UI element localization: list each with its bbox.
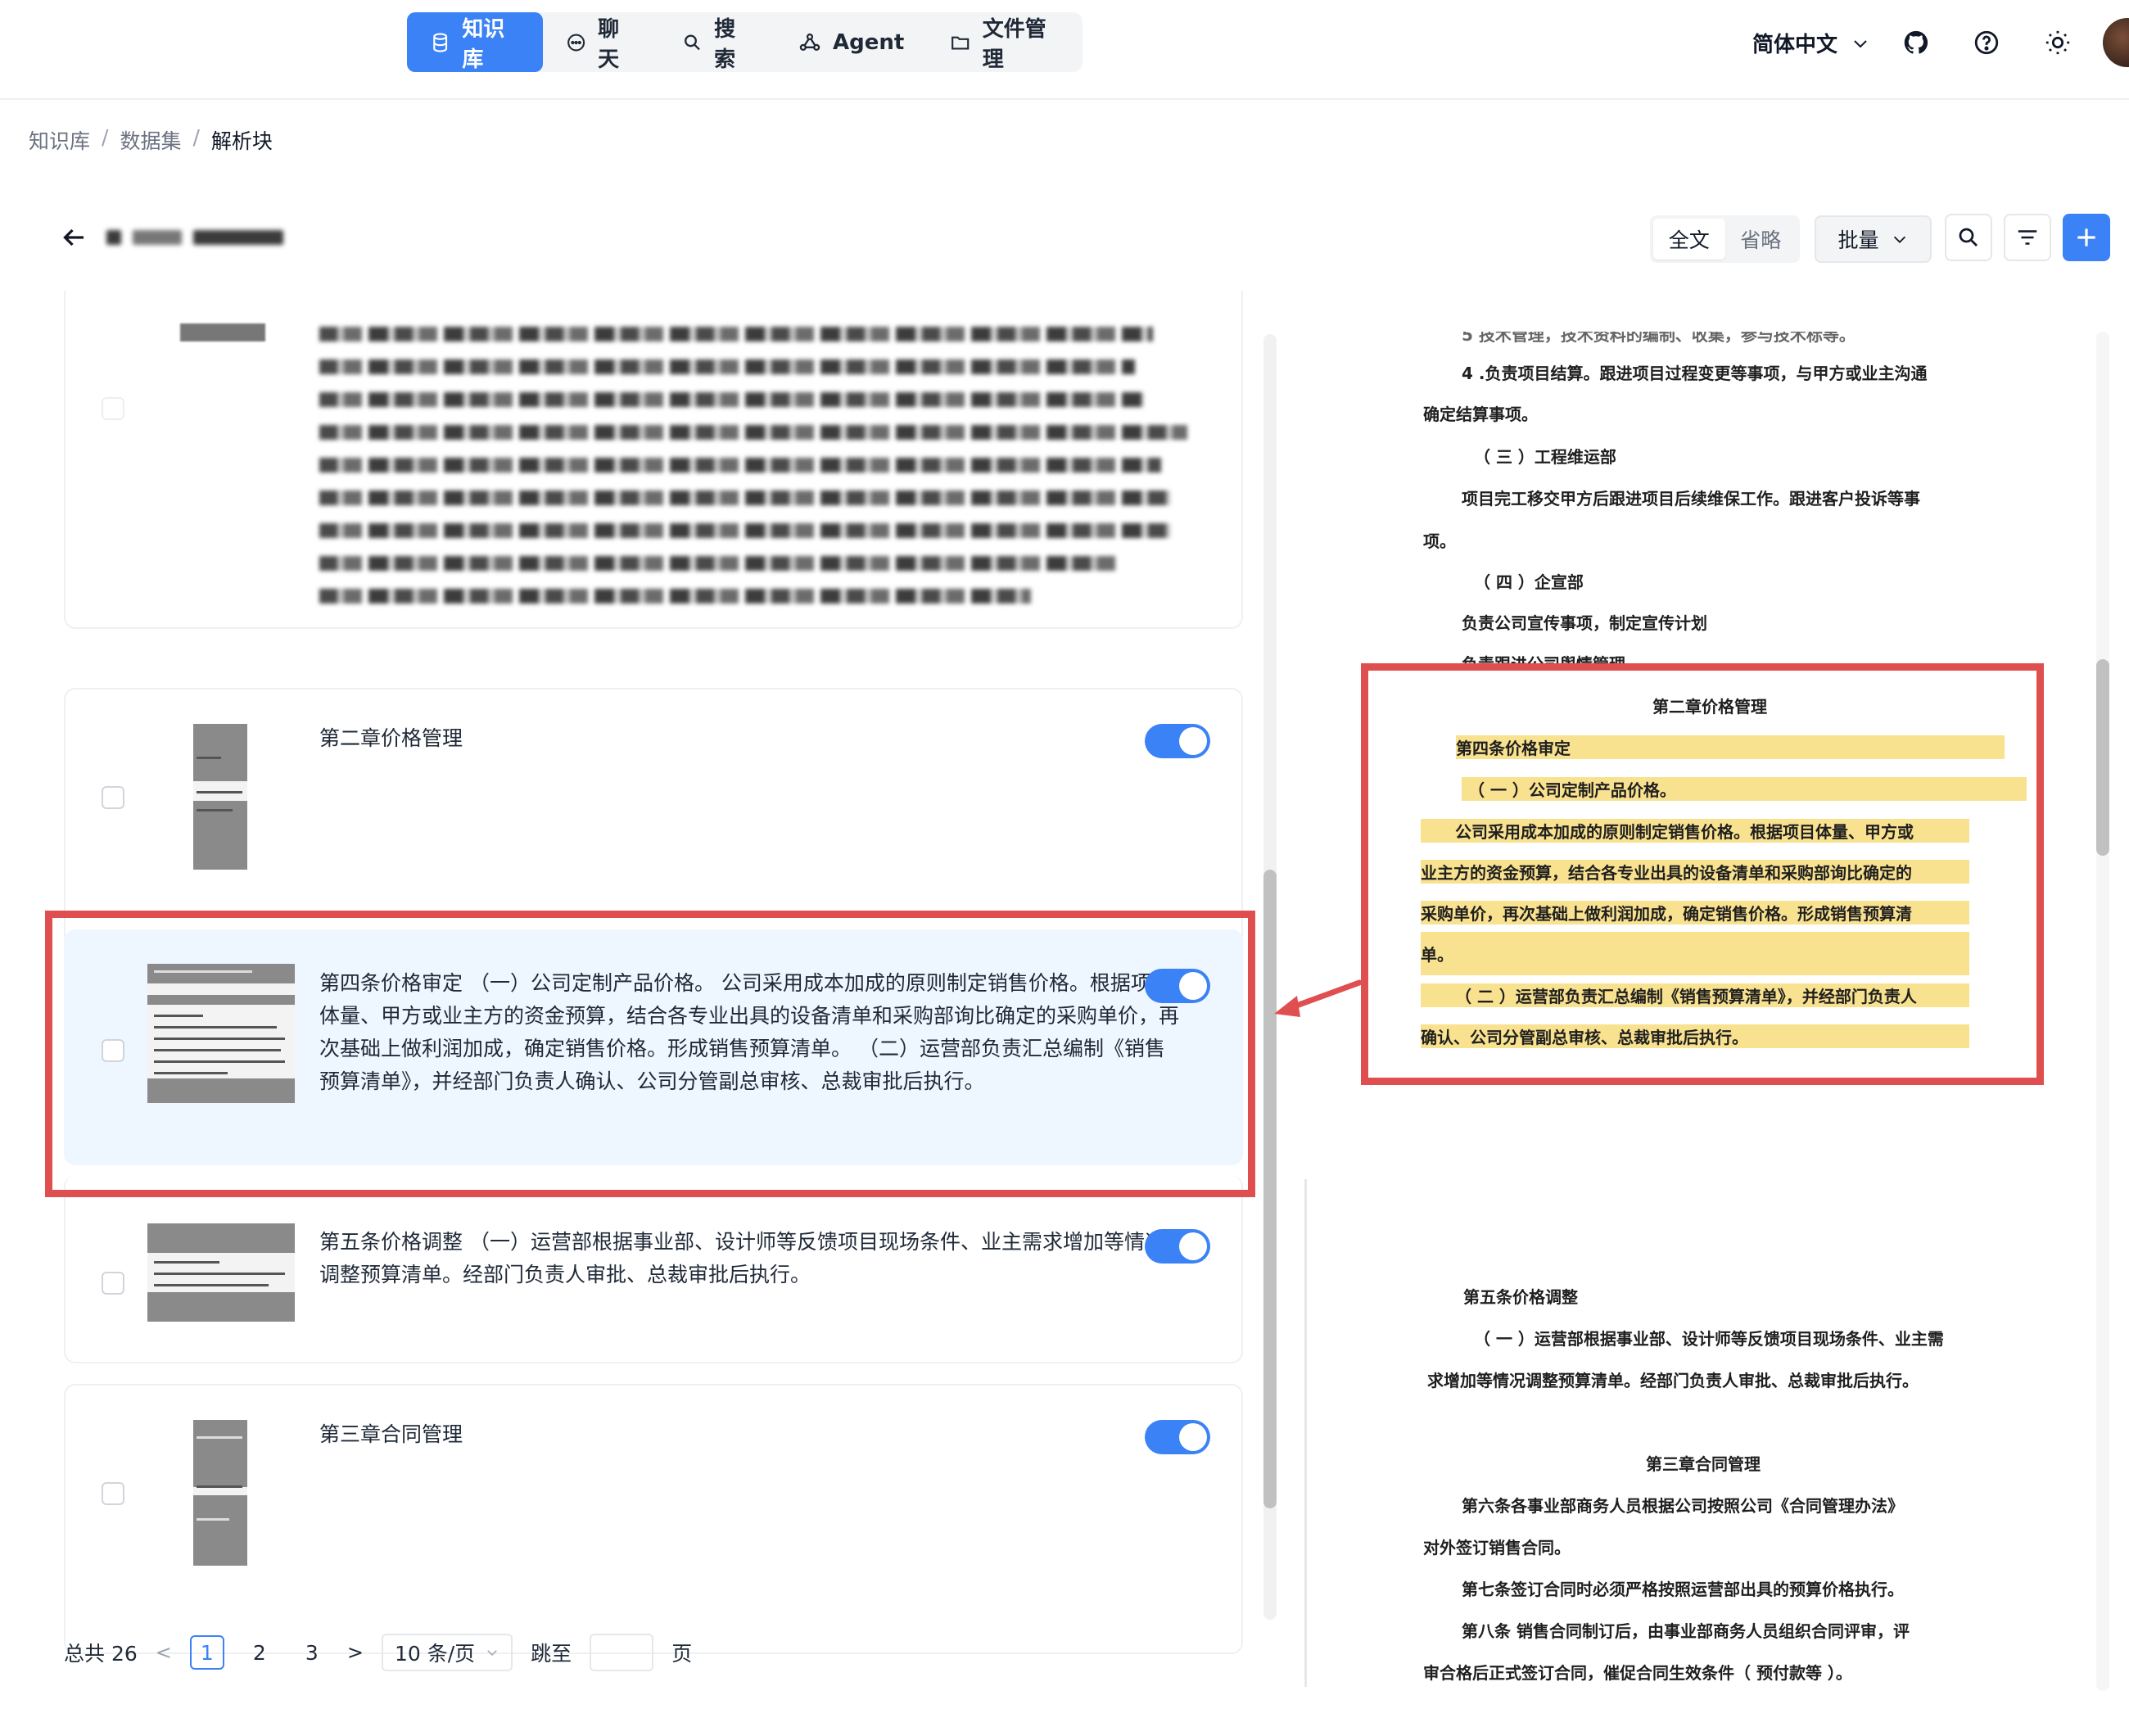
breadcrumb-item-chunks: 解析块 [210, 129, 273, 153]
next-page-icon[interactable]: > [347, 1641, 364, 1664]
batch-dropdown[interactable]: 批量 [1815, 215, 1932, 263]
nav-label: 搜索 [714, 16, 736, 72]
preview-line: （ 一 ）运营部根据事业部、设计师等反馈项目现场条件、业主需 [1474, 1329, 1944, 1349]
chat-icon [567, 33, 585, 52]
chunk-enable-toggle[interactable] [1145, 1229, 1210, 1264]
chunk-card[interactable] [64, 291, 1243, 629]
batch-label: 批量 [1837, 228, 1879, 252]
chevron-down-icon [1854, 39, 1867, 47]
agent-icon [799, 33, 820, 51]
preview-line: 第六条各事业部商务人员根据公司按照公司《合同管理办法》 [1462, 1496, 1904, 1516]
chunk-thumbnail [147, 1223, 295, 1322]
chunk-text: 第二章价格管理 [319, 726, 463, 750]
nav-search[interactable]: 搜索 [659, 12, 775, 72]
chunk-text: 第三章合同管理 [319, 1422, 463, 1446]
nav-label: 聊天 [598, 16, 620, 72]
preview-line: 项目完工移交甲方后跟进项目后续维保工作。跟进客户投诉等事 [1462, 489, 1920, 509]
nav-chat[interactable]: 聊天 [543, 12, 659, 72]
folder-icon [951, 36, 970, 49]
view-mode-switch: 全文 省略 [1650, 215, 1800, 263]
add-chunk-button[interactable] [2063, 214, 2110, 261]
chevron-down-icon [1893, 236, 1905, 243]
chevron-down-icon [487, 1650, 497, 1657]
page-button[interactable]: 2 [242, 1635, 277, 1670]
chunk-text-blurred [319, 327, 1187, 622]
pagination: 总共 26 < 1 2 3 > 10 条/页 跳至 页 [64, 1634, 692, 1671]
preview-line: 确定结算事项。 [1423, 405, 1538, 424]
chunk-checkbox[interactable] [102, 1482, 124, 1505]
preview-line: （ 四 ）企宣部 [1474, 572, 1584, 592]
page-divider [1304, 1179, 1307, 1687]
preview-line: （ 三 ）工程维运部 [1474, 447, 1616, 467]
preview-line: 对外签订销售合同。 [1423, 1538, 1571, 1557]
page-size-label: 10 条/页 [394, 1642, 476, 1666]
breadcrumb-separator: / [102, 125, 109, 149]
page-button[interactable]: 1 [189, 1635, 224, 1670]
view-brief-button[interactable]: 省略 [1725, 219, 1797, 260]
preview-line: 第三章合同管理 [1646, 1454, 1761, 1474]
preview-line: 负责公司宣传事项，制定宣传计划 [1462, 613, 1707, 633]
main-nav: 知识库 聊天 搜索 Agent 文件管理 [407, 12, 1083, 72]
preview-scrollbar-thumb[interactable] [2096, 659, 2109, 856]
back-arrow-icon[interactable] [59, 223, 88, 252]
annotation-box-chunk [45, 911, 1255, 1197]
chunk-thumbnail [180, 323, 265, 341]
nav-file-management[interactable]: 文件管理 [927, 12, 1083, 72]
nav-agent[interactable]: Agent [775, 12, 927, 72]
preview-line: 审合格后正式签订合同，催促合同生效条件（ 预付款等 ）。 [1423, 1663, 1852, 1683]
breadcrumb: 知识库 / 数据集 / 解析块 [29, 125, 273, 155]
help-icon[interactable] [1970, 26, 2003, 59]
chunk-card[interactable]: 第三章合同管理 [64, 1384, 1243, 1654]
chunk-thumbnail [193, 724, 247, 870]
search-button[interactable] [1945, 214, 1992, 261]
github-icon[interactable] [1900, 26, 1932, 59]
chunk-list-scrollbar-thumb[interactable] [1263, 870, 1277, 1508]
preview-line: 第五条价格调整 [1463, 1287, 1578, 1307]
chunk-text: 第五条价格调整 （一）运营部根据事业部、设计师等反馈项目现场条件、业主需求增加等… [319, 1230, 1165, 1286]
preview-line: 4 .负责项目结算。跟进项目过程变更等事项，与甲方或业主沟通 [1462, 364, 1928, 383]
chunk-enable-toggle[interactable] [1145, 1420, 1210, 1454]
nav-knowledge-base[interactable]: 知识库 [407, 12, 543, 72]
view-full-button[interactable]: 全文 [1653, 219, 1725, 260]
prev-page-icon[interactable]: < [156, 1641, 172, 1664]
chunk-thumbnail [193, 1420, 247, 1566]
jump-label: 跳至 [531, 1642, 572, 1666]
annotation-box-preview [1361, 663, 2044, 1085]
jump-page-input[interactable] [590, 1634, 654, 1671]
chunk-checkbox[interactable] [102, 786, 124, 809]
preview-line: 求增加等情况调整预算清单。经部门负责人审批、总裁审批后执行。 [1427, 1371, 1919, 1390]
database-icon [433, 32, 448, 52]
nav-label: Agent [833, 29, 905, 55]
filter-icon [2018, 230, 2037, 245]
chunk-checkbox[interactable] [102, 1272, 124, 1295]
preview-scrollbar[interactable] [2096, 332, 2109, 1691]
page-size-select[interactable]: 10 条/页 [381, 1634, 513, 1671]
chunk-card[interactable]: 第五条价格调整 （一）运营部根据事业部、设计师等反馈项目现场条件、业主需求增加等… [64, 1175, 1243, 1363]
document-title-blurred [106, 221, 352, 254]
page-button[interactable]: 3 [295, 1635, 329, 1670]
language-selector[interactable]: 简体中文 [1752, 28, 1870, 58]
theme-toggle-icon[interactable] [2041, 26, 2074, 59]
top-navigation-bar: 知识库 聊天 搜索 Agent 文件管理 简体中文 [0, 0, 2129, 100]
nav-label: 知识库 [462, 16, 505, 72]
total-count: 总共 26 [64, 1642, 138, 1666]
search-icon [684, 34, 700, 50]
language-label: 简体中文 [1752, 33, 1838, 57]
preview-line: 第七条签订合同时必须严格按照运营部出具的预算价格执行。 [1462, 1580, 1904, 1599]
search-icon [1959, 228, 1978, 246]
preview-line: 项。 [1423, 531, 1456, 551]
preview-line: 第八条 销售合同制订后，由事业部商务人员组织合同评审，评 [1462, 1621, 1910, 1641]
breadcrumb-separator: / [192, 125, 200, 149]
avatar[interactable] [2103, 18, 2129, 67]
page-suffix: 页 [671, 1642, 693, 1666]
breadcrumb-item-knowledge-base[interactable]: 知识库 [29, 125, 90, 155]
annotation-arrow-icon [1274, 979, 1363, 1017]
chunk-checkbox[interactable] [102, 397, 124, 420]
filter-button[interactable] [2004, 214, 2051, 261]
preview-line: 5 技术管理，技术资料的编制、收集，参与技术标等。 [1462, 332, 1856, 345]
plus-icon [2077, 228, 2095, 246]
nav-label: 文件管理 [982, 16, 1046, 72]
chunk-enable-toggle[interactable] [1145, 724, 1210, 758]
breadcrumb-item-dataset[interactable]: 数据集 [120, 125, 181, 155]
